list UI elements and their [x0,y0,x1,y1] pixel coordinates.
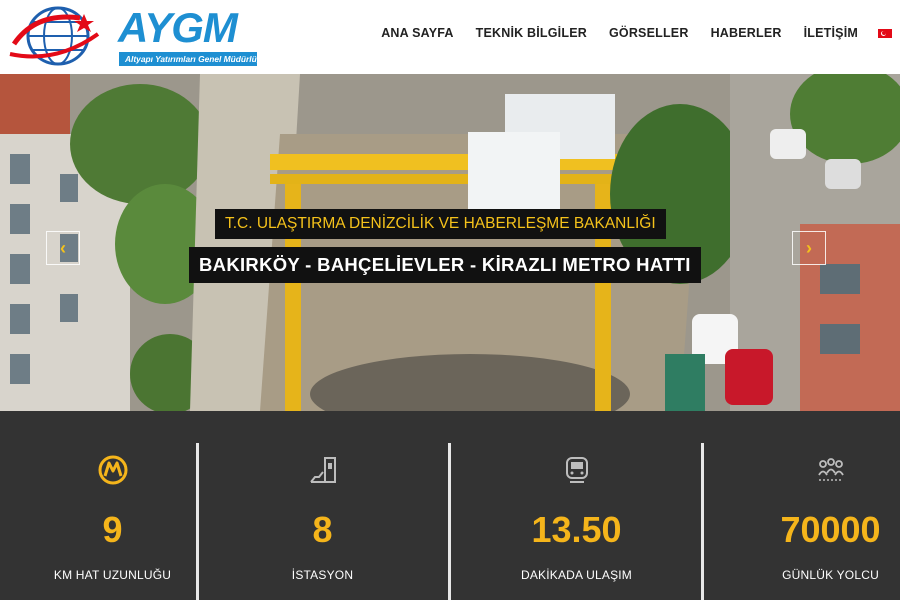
stat-divider [196,443,199,600]
stat-divider [701,443,704,600]
metro-logo-icon [98,455,127,485]
globe-logo-icon [9,6,100,66]
stat-label: GÜNLÜK YOLCU [782,568,879,582]
logo-wordmark: AYGM [118,4,238,51]
stat-travel-time: 13.50 DAKİKADA ULAŞIM [464,411,689,600]
stat-value: 13.50 [531,509,622,550]
stat-label: DAKİKADA ULAŞIM [520,568,633,582]
nav-news[interactable]: HABERLER [711,26,782,40]
hero-slider: T.C. ULAŞTIRMA DENİZCİLİK VE HABERLEŞME … [0,74,900,411]
stat-value: 9 [102,509,123,550]
stat-value: 8 [312,509,333,550]
stats-section: 9 KM HAT UZUNLUĞU 8 İSTASYON 13.50 DAKİK… [0,411,900,600]
stat-daily-passengers: 70000 GÜNLÜK YOLCU [718,411,900,600]
chevron-left-icon: ‹ [60,238,66,258]
hero-ministry-caption: T.C. ULAŞTIRMA DENİZCİLİK VE HABERLEŞME … [215,209,666,239]
train-icon [565,457,588,483]
nav-gallery[interactable]: GÖRSELLER [609,26,689,40]
nav-technical-info[interactable]: TEKNİK BİLGİLER [476,26,587,40]
site-header: AYGM Altyapı Yatırımları Genel Müdürlüğü… [0,0,900,74]
stat-line-length: 9 KM HAT UZUNLUĞU [0,411,225,600]
construction-site-photo [0,74,900,411]
aygm-logo[interactable]: AYGM Altyapı Yatırımları Genel Müdürlüğü [6,4,266,68]
stat-label: KM HAT UZUNLUĞU [53,568,172,582]
nav-home[interactable]: ANA SAYFA [381,26,453,40]
main-nav: ANA SAYFA TEKNİK BİLGİLER GÖRSELLER HABE… [359,24,892,42]
nav-contact[interactable]: İLETİŞİM [804,26,858,40]
slider-next-button[interactable]: › [792,231,826,265]
logo-subtitle: Altyapı Yatırımları Genel Müdürlüğü [119,52,257,66]
stat-stations: 8 İSTASYON [210,411,435,600]
passengers-icon [817,458,844,481]
tr-flag-icon[interactable] [878,28,892,38]
stat-divider [448,443,451,600]
chevron-right-icon: › [806,238,812,258]
slider-prev-button[interactable]: ‹ [46,231,80,265]
hero-title-caption: BAKIRKÖY - BAHÇELİEVLER - KİRAZLI METRO … [189,247,701,283]
stat-label: İSTASYON [291,568,354,582]
station-icon [309,457,336,483]
stat-value: 70000 [780,509,881,550]
